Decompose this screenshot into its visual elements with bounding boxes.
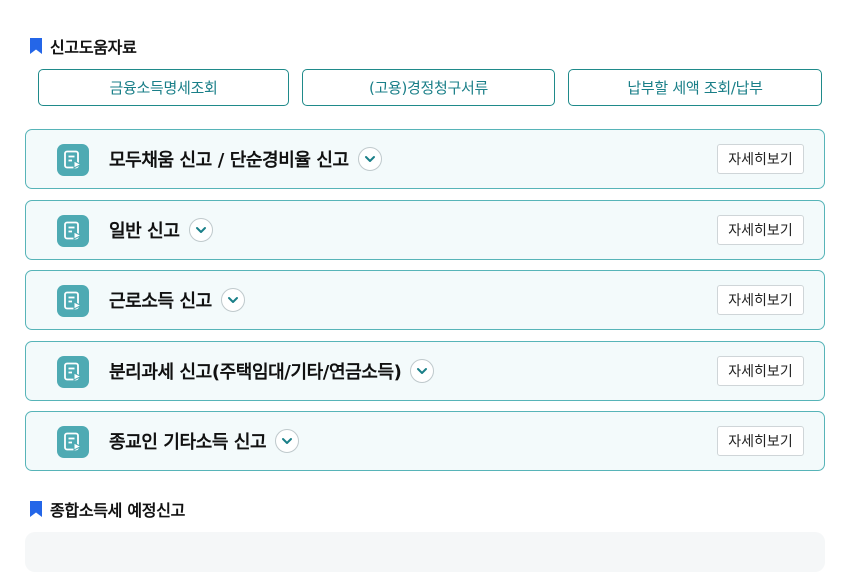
detail-button[interactable]: 자세히보기 bbox=[717, 356, 804, 386]
financial-income-lookup-button[interactable]: 금융소득명세조회 bbox=[38, 69, 289, 106]
chevron-down-icon[interactable] bbox=[188, 218, 213, 242]
card-title: 일반 신고 bbox=[109, 221, 180, 242]
chevron-down-icon[interactable] bbox=[410, 359, 435, 383]
document-play-icon bbox=[57, 426, 89, 458]
chevron-down-icon[interactable] bbox=[275, 429, 300, 453]
correction-claim-docs-button[interactable]: (고용)경정청구서류 bbox=[302, 69, 555, 106]
detail-button[interactable]: 자세히보기 bbox=[717, 426, 804, 456]
document-play-icon bbox=[57, 356, 89, 388]
document-play-icon bbox=[57, 144, 89, 176]
section-title-help: 신고도움자료 bbox=[29, 34, 137, 58]
section-title-estimated: 종합소득세 예정신고 bbox=[29, 497, 185, 521]
tax-payment-button[interactable]: 납부할 세액 조회/납부 bbox=[568, 69, 822, 106]
report-type-card: 근로소득 신고 자세히보기 bbox=[25, 270, 825, 330]
section-title-label: 종합소득세 예정신고 bbox=[50, 501, 186, 520]
bookmark-icon bbox=[30, 38, 42, 54]
card-title: 근로소득 신고 bbox=[109, 291, 212, 312]
detail-button[interactable]: 자세히보기 bbox=[717, 215, 804, 245]
document-play-icon bbox=[57, 215, 89, 247]
estimated-report-panel bbox=[25, 532, 825, 572]
help-links: 금융소득명세조회 (고용)경정청구서류 납부할 세액 조회/납부 bbox=[38, 69, 822, 106]
chevron-down-icon[interactable] bbox=[220, 288, 245, 312]
report-type-card: 종교인 기타소득 신고 자세히보기 bbox=[25, 411, 825, 471]
card-title: 종교인 기타소득 신고 bbox=[109, 432, 267, 453]
card-title: 분리과세 신고(주택임대/기타/연금소득) bbox=[109, 362, 402, 383]
report-type-card: 모두채움 신고 / 단순경비율 신고 자세히보기 bbox=[25, 129, 825, 189]
report-type-card: 일반 신고 자세히보기 bbox=[25, 200, 825, 260]
document-play-icon bbox=[57, 285, 89, 317]
detail-button[interactable]: 자세히보기 bbox=[717, 144, 804, 174]
detail-button[interactable]: 자세히보기 bbox=[717, 285, 804, 315]
card-title: 모두채움 신고 / 단순경비율 신고 bbox=[109, 150, 349, 171]
chevron-down-icon[interactable] bbox=[357, 147, 382, 171]
bookmark-icon bbox=[30, 501, 42, 517]
section-title-label: 신고도움자료 bbox=[50, 38, 137, 57]
report-type-card: 분리과세 신고(주택임대/기타/연금소득) 자세히보기 bbox=[25, 341, 825, 401]
